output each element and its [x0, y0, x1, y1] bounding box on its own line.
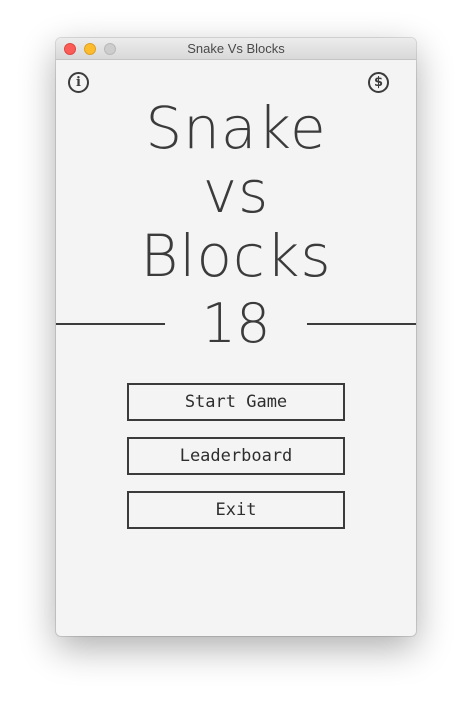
title-bar[interactable]: Snake Vs Blocks: [56, 38, 416, 60]
game-title-line-3: Blocks: [140, 222, 332, 290]
start-game-button[interactable]: Start Game: [127, 383, 345, 421]
score-display: 18: [56, 294, 416, 354]
game-title: Snake vs Blocks: [56, 96, 416, 288]
game-title-line-2: vs: [202, 158, 270, 226]
score-divider-right: [307, 323, 416, 325]
leaderboard-button[interactable]: Leaderboard: [127, 437, 345, 475]
game-title-line-1: Snake: [145, 94, 327, 162]
info-icon[interactable]: i: [68, 72, 89, 93]
window-title: Snake Vs Blocks: [187, 41, 285, 56]
app-window: Snake Vs Blocks i $ Snake vs Blocks 18 S…: [56, 38, 416, 636]
score-value: 18: [201, 292, 271, 355]
score-divider-left: [56, 323, 165, 325]
exit-button[interactable]: Exit: [127, 491, 345, 529]
dollar-icon[interactable]: $: [368, 72, 389, 93]
